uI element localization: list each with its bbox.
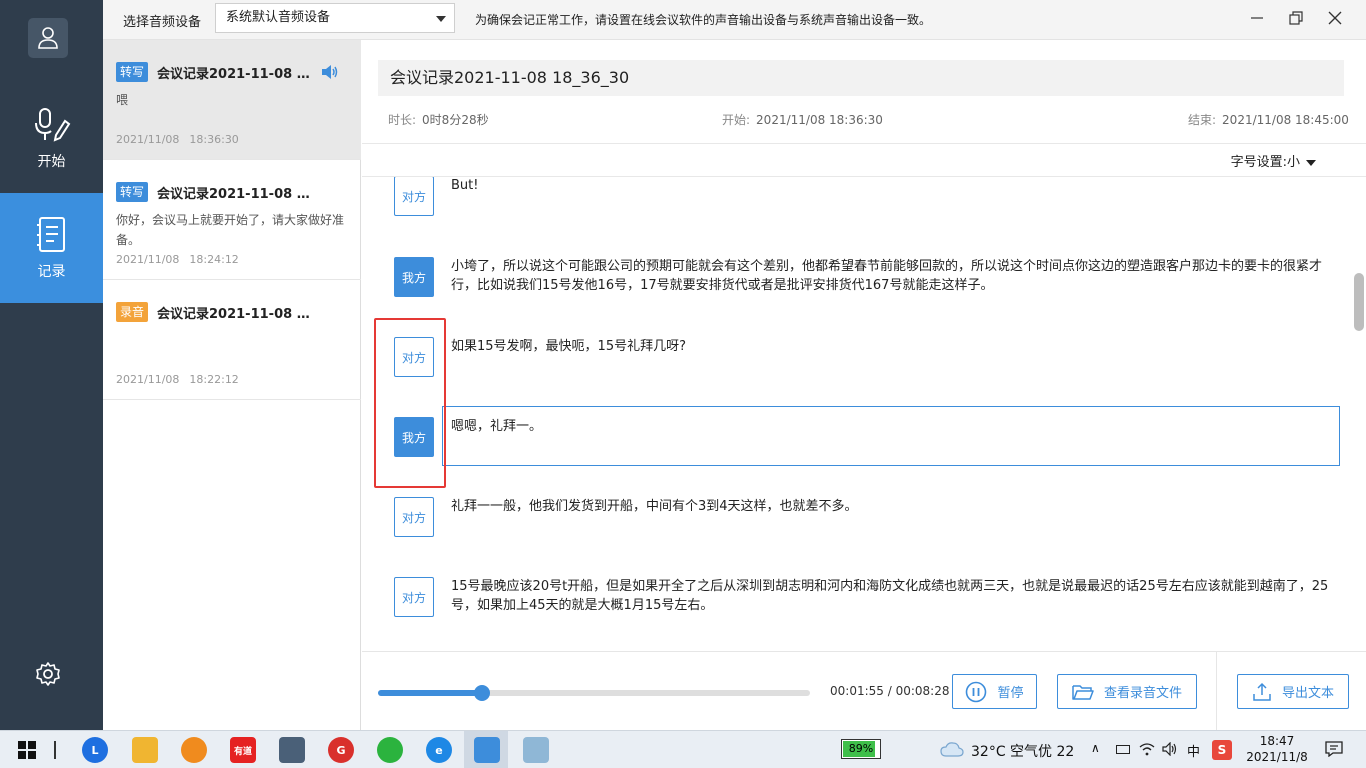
chevron-up-icon[interactable]: ∧ bbox=[1091, 741, 1100, 755]
nav-records[interactable]: 记录 bbox=[0, 193, 103, 303]
message-text: But! bbox=[451, 178, 479, 193]
notification-icon[interactable] bbox=[1325, 741, 1343, 757]
volume-icon[interactable] bbox=[1162, 742, 1178, 756]
record-tag: 转写 bbox=[116, 62, 148, 82]
scrollbar-thumb[interactable] bbox=[1354, 273, 1364, 331]
user-avatar-button[interactable] bbox=[28, 18, 68, 58]
minimize-icon bbox=[1251, 17, 1263, 19]
input-method-indicator[interactable]: 中 bbox=[1187, 741, 1200, 760]
start-meta: 开始: 2021/11/08 18:36:30 bbox=[722, 113, 883, 127]
settings-button[interactable] bbox=[34, 660, 62, 688]
task-view-icon[interactable] bbox=[54, 741, 56, 759]
file-explorer-icon[interactable] bbox=[132, 737, 158, 763]
user-icon bbox=[38, 27, 58, 49]
view-recording-file-button[interactable]: 查看录音文件 bbox=[1057, 674, 1197, 709]
speaker-badge: 对方 bbox=[394, 497, 434, 537]
record-detail: 会议记录2021-11-08 18_36_30 时长: 0时8分28秒 开始: 20… bbox=[362, 40, 1366, 730]
duration-meta: 时长: 0时8分28秒 bbox=[388, 113, 489, 127]
divider bbox=[1216, 652, 1217, 730]
windows-taskbar: L 有道 G e 89% 32°C 空气优 22 ∧ 中 S 18:47 202… bbox=[0, 730, 1366, 768]
nav-start[interactable]: 开始 bbox=[0, 83, 103, 193]
top-bar: 选择音频设备 系统默认音频设备 为确保会记正常工作，请设置在线会议软件的声音输出… bbox=[103, 0, 1366, 40]
record-preview: 喂 bbox=[116, 93, 129, 107]
app-notebook-icon[interactable] bbox=[523, 737, 549, 763]
record-tag: 录音 bbox=[116, 302, 148, 322]
weather-text[interactable]: 32°C 空气优 22 bbox=[971, 741, 1074, 761]
audio-device-label: 选择音频设备 bbox=[123, 15, 202, 30]
record-item[interactable]: 转写 会议记录2021-11-08 18_36_30 喂 2021/11/081… bbox=[103, 40, 361, 160]
battery-tray-icon[interactable] bbox=[1116, 745, 1130, 754]
record-preview: 你好，会议马上就要开始了，请大家做好准备。 bbox=[116, 213, 345, 247]
sogou-ime-icon[interactable]: S bbox=[1212, 740, 1232, 760]
record-item[interactable]: 录音 会议记录2021-11-08 18_22_12 2021/11/0818:… bbox=[103, 280, 361, 400]
microphone-pen-icon bbox=[32, 105, 72, 145]
end-meta: 结束: 2021/11/08 18:45:00 bbox=[1188, 113, 1349, 127]
records-list: 转写 会议记录2021-11-08 18_36_30 喂 2021/11/081… bbox=[103, 40, 361, 730]
highlighted-message-frame bbox=[442, 406, 1340, 466]
nav-start-label: 开始 bbox=[37, 154, 66, 170]
record-title: 会议记录2021-11-08 18_36_30 bbox=[157, 67, 317, 82]
app-cat-icon[interactable] bbox=[279, 737, 305, 763]
pause-button[interactable]: 暂停 bbox=[952, 674, 1037, 709]
nav-records-label: 记录 bbox=[37, 264, 66, 280]
record-title: 会议记录2021-11-08 18_24_12 bbox=[157, 187, 317, 202]
transcript-area: 对方 But! 我方 小垮了，所以说这个可能跟公司的预期可能就会有这个差别，他都… bbox=[362, 177, 1366, 651]
message-text: 15号最晚应该20号t开船，但是如果开全了之后从深圳到胡志明和河内和海防文化成绩… bbox=[451, 579, 1329, 613]
close-button[interactable] bbox=[1320, 6, 1350, 30]
audio-device-select[interactable]: 系统默认音频设备 bbox=[215, 3, 455, 33]
wifi-icon[interactable] bbox=[1139, 742, 1155, 756]
restore-button[interactable] bbox=[1281, 6, 1311, 30]
audio-device-value: 系统默认音频设备 bbox=[226, 10, 331, 25]
record-timestamp: 2021/11/08 18:24:12 bbox=[116, 253, 239, 266]
divider bbox=[362, 143, 1366, 144]
close-icon bbox=[1328, 11, 1342, 25]
record-tag: 转写 bbox=[116, 182, 148, 202]
speaker-icon bbox=[322, 65, 338, 79]
record-item[interactable]: 转写 会议记录2021-11-08 18_24_12 你好，会议马上就要开始了，… bbox=[103, 160, 361, 280]
speaker-badge: 我方 bbox=[394, 257, 434, 297]
minimize-button[interactable] bbox=[1242, 6, 1272, 30]
progress-handle[interactable] bbox=[473, 685, 490, 701]
message-text: 如果15号发啊，最快呃，15号礼拜几呀? bbox=[451, 339, 686, 354]
message-text: 礼拜一一般，他我们发货到开船，中间有个3到4天这样，也就差不多。 bbox=[451, 499, 858, 514]
message-text: 小垮了，所以说这个可能跟公司的预期可能就会有这个差别，他都希望春节前能够回款的，… bbox=[451, 259, 1323, 293]
notebook-icon bbox=[32, 215, 72, 255]
message-text: 嗯嗯，礼拜一。 bbox=[451, 419, 543, 434]
wechat-icon[interactable] bbox=[377, 737, 403, 763]
restore-icon bbox=[1289, 11, 1303, 25]
export-text-button[interactable]: 导出文本 bbox=[1237, 674, 1349, 709]
annotation-highlight-box bbox=[374, 318, 446, 488]
progress-fill bbox=[378, 690, 482, 696]
app-orange-icon[interactable] bbox=[181, 737, 207, 763]
playback-progress-bar[interactable] bbox=[378, 685, 810, 701]
taskbar-clock[interactable]: 18:47 2021/11/8 bbox=[1246, 733, 1308, 765]
meeting-recorder-app-icon[interactable] bbox=[474, 737, 500, 763]
cloud-icon bbox=[940, 742, 964, 757]
windows-start-button[interactable] bbox=[14, 737, 40, 763]
battery-indicator[interactable]: 89% bbox=[841, 739, 881, 759]
font-size-dropdown[interactable]: 字号设置:小 bbox=[1231, 151, 1316, 170]
caret-down-icon bbox=[1306, 159, 1316, 166]
audio-device-tip: 为确保会记正常工作，请设置在线会议软件的声音输出设备与系统声音输出设备一致。 bbox=[475, 13, 932, 27]
record-title: 会议记录2021-11-08 18_22_12 bbox=[157, 307, 317, 322]
speaker-badge: 对方 bbox=[394, 577, 434, 617]
playback-time: 00:01:55 / 00:08:28 bbox=[830, 684, 950, 698]
folder-open-icon bbox=[1072, 684, 1094, 700]
windows-logo-icon bbox=[18, 741, 36, 759]
speaker-badge: 对方 bbox=[394, 177, 434, 216]
record-timestamp: 2021/11/08 18:22:12 bbox=[116, 373, 239, 386]
left-nav: 开始 记录 bbox=[0, 0, 103, 730]
upload-icon bbox=[1253, 682, 1271, 701]
gear-icon bbox=[36, 662, 60, 686]
app-g-icon[interactable]: G bbox=[328, 737, 354, 763]
record-detail-title: 会议记录2021-11-08 18_36_30 bbox=[378, 60, 1344, 96]
record-timestamp: 2021/11/08 18:36:30 bbox=[116, 133, 239, 146]
pause-circle-icon bbox=[966, 681, 987, 702]
app-l-icon[interactable]: L bbox=[82, 737, 108, 763]
youdao-icon[interactable]: 有道 bbox=[230, 737, 256, 763]
chevron-down-icon bbox=[436, 16, 446, 22]
browser-e-icon[interactable]: e bbox=[426, 737, 452, 763]
